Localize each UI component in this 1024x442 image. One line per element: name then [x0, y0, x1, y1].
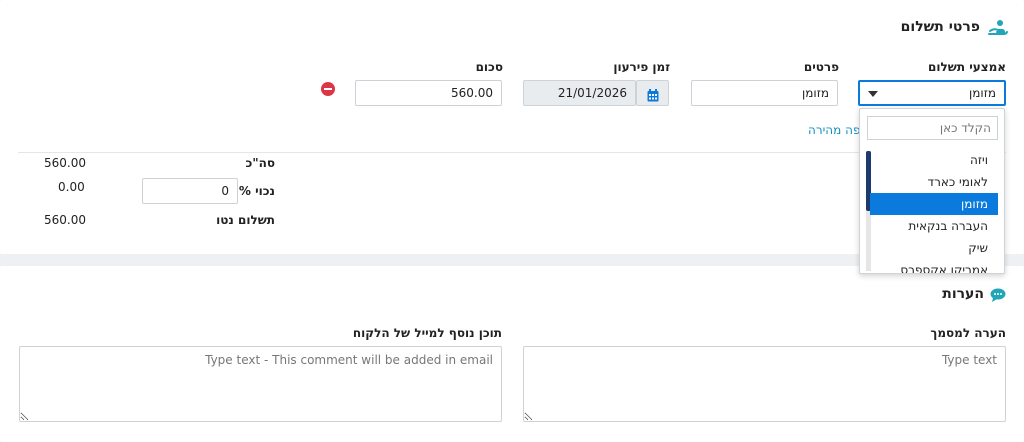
discount-value: 0: [221, 184, 229, 198]
net-value: 560.00: [44, 213, 86, 227]
caret-down-icon: [868, 91, 878, 97]
column-header-amount: סכום: [475, 60, 503, 74]
due-date-value: 21/01/2026: [557, 86, 627, 100]
payment-section-title: פרטי תשלום: [900, 19, 980, 35]
dropdown-option-cash[interactable]: מזומן: [870, 193, 998, 215]
dropdown-option-check[interactable]: שיק: [870, 237, 998, 259]
due-date-input[interactable]: 21/01/2026: [523, 80, 636, 106]
details-value: מזומן: [802, 86, 829, 100]
comment-icon: [990, 287, 1006, 302]
payment-method-value: מזומן: [969, 86, 996, 100]
discount-label: נכוי %: [238, 184, 275, 198]
total-value: 560.00: [44, 156, 86, 170]
hand-money-icon: [988, 18, 1008, 36]
email-note-textarea[interactable]: [19, 346, 502, 422]
total-label: סה"כ: [245, 156, 275, 170]
dropdown-option-bank-transfer[interactable]: העברה בנקאית: [870, 215, 998, 237]
column-header-method: אמצעי תשלום: [928, 60, 1006, 74]
section-divider: [18, 152, 1006, 153]
notes-section-header: הערות: [940, 284, 1008, 304]
doc-note-label: הערה למסמך: [930, 326, 1006, 340]
minus-circle-icon: [324, 88, 332, 90]
net-label: תשלום נטו: [216, 213, 275, 227]
dropdown-search-input[interactable]: הקלד כאן: [867, 116, 998, 140]
dropdown-option-amex[interactable]: אמריקן אקספרס: [870, 259, 998, 273]
payment-method-dropdown: הקלד כאן ויזה לאומי כארד מזומן העברה בנק…: [859, 108, 1005, 274]
payment-section-header: פרטי תשלום: [900, 16, 1008, 38]
calendar-icon: [647, 87, 659, 106]
details-input[interactable]: מזומן: [691, 80, 838, 106]
discount-amount: 0.00: [58, 180, 85, 194]
dropdown-option-leumi-card[interactable]: לאומי כארד: [870, 171, 998, 193]
doc-note-textarea[interactable]: [523, 346, 1006, 422]
payment-method-select[interactable]: מזומן: [858, 80, 1006, 106]
column-header-due-date: זמן פירעון: [613, 60, 670, 74]
amount-value: 560.00: [451, 86, 493, 100]
notes-section-title: הערות: [942, 286, 984, 302]
calendar-button[interactable]: [636, 80, 669, 106]
column-header-details: פרטים: [803, 60, 839, 74]
dropdown-option-visa[interactable]: ויזה: [870, 149, 998, 171]
remove-row-button[interactable]: [321, 82, 335, 96]
discount-input[interactable]: 0: [142, 178, 238, 204]
email-note-label: תוכן נוסף למייל של הלקוח: [352, 326, 502, 340]
amount-input[interactable]: 560.00: [355, 80, 502, 106]
